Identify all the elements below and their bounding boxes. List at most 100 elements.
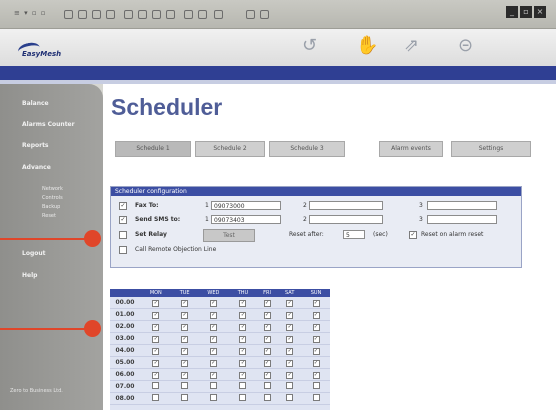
refresh-toolbar-icon[interactable] xyxy=(106,10,115,19)
sidebar-item-advance[interactable]: Advance xyxy=(22,164,51,171)
schedule-checkbox[interactable]: ✓ xyxy=(312,347,320,355)
schedule-checkbox[interactable] xyxy=(152,394,160,401)
schedule-checkbox[interactable]: ✓ xyxy=(209,311,217,319)
sidebar-subitem-reset[interactable]: Reset xyxy=(42,213,56,219)
schedule-checkbox[interactable]: ✓ xyxy=(152,311,160,319)
schedule-checkbox[interactable]: ✓ xyxy=(263,311,271,319)
relay-checkbox[interactable] xyxy=(119,231,127,239)
schedule-checkbox[interactable]: ✓ xyxy=(181,311,189,319)
schedule-checkbox[interactable]: ✓ xyxy=(286,323,294,331)
schedule-checkbox[interactable]: ✓ xyxy=(209,335,217,343)
schedule-checkbox[interactable]: ✓ xyxy=(152,335,160,343)
print-icon[interactable] xyxy=(198,10,207,19)
tab-schedule-1[interactable]: Schedule 1 xyxy=(115,141,191,157)
schedule-checkbox[interactable]: ✓ xyxy=(181,359,189,367)
schedule-checkbox[interactable]: ✓ xyxy=(263,347,271,355)
schedule-checkbox[interactable]: ✓ xyxy=(152,323,160,331)
schedule-checkbox[interactable]: ✓ xyxy=(181,371,189,379)
schedule-checkbox[interactable]: ✓ xyxy=(209,347,217,355)
schedule-checkbox[interactable]: ✓ xyxy=(239,359,247,367)
call-checkbox[interactable] xyxy=(119,246,127,254)
schedule-checkbox[interactable]: ✓ xyxy=(263,359,271,367)
tab-alarm-events[interactable]: Alarm events xyxy=(379,141,443,157)
schedule-checkbox[interactable] xyxy=(152,382,160,389)
schedule-checkbox[interactable] xyxy=(209,382,217,389)
schedule-checkbox[interactable] xyxy=(263,382,271,389)
schedule-checkbox[interactable]: ✓ xyxy=(239,371,247,379)
schedule-checkbox[interactable]: ✓ xyxy=(152,371,160,379)
close-button[interactable]: × xyxy=(534,6,546,18)
exit-icon[interactable]: ⊝ xyxy=(458,35,473,56)
schedule-checkbox[interactable]: ✓ xyxy=(152,299,160,307)
schedule-checkbox[interactable]: ✓ xyxy=(263,371,271,379)
schedule-checkbox[interactable]: ✓ xyxy=(312,335,320,343)
sidebar-item-help[interactable]: Help xyxy=(22,272,37,279)
sms-number-1-input[interactable]: 09073403 xyxy=(211,215,281,224)
search-icon[interactable] xyxy=(138,10,147,19)
schedule-checkbox[interactable] xyxy=(263,394,271,401)
schedule-checkbox[interactable]: ✓ xyxy=(286,359,294,367)
schedule-checkbox[interactable]: ✓ xyxy=(181,347,189,355)
history-icon[interactable] xyxy=(166,10,175,19)
schedule-checkbox[interactable]: ✓ xyxy=(239,335,247,343)
minimize-button[interactable]: _ xyxy=(506,6,518,18)
discuss-icon[interactable] xyxy=(246,10,255,19)
fax-number-3-input[interactable] xyxy=(427,201,497,210)
chart-icon[interactable]: ⇗ xyxy=(404,35,419,56)
schedule-checkbox[interactable] xyxy=(239,382,247,389)
schedule-checkbox[interactable]: ✓ xyxy=(152,347,160,355)
sidebar-item-logout[interactable]: Logout xyxy=(22,250,46,257)
maximize-button[interactable]: ▫ xyxy=(520,6,532,18)
favorites-icon[interactable] xyxy=(152,10,161,19)
schedule-checkbox[interactable]: ✓ xyxy=(312,323,320,331)
tab-settings[interactable]: Settings xyxy=(451,141,531,157)
alarm-reset-checkbox[interactable]: ✓ xyxy=(409,231,417,239)
schedule-checkbox[interactable]: ✓ xyxy=(312,299,320,307)
edit-icon[interactable] xyxy=(214,10,223,19)
sidebar-subitem-backup[interactable]: Backup xyxy=(42,204,60,210)
sidebar-item-reports[interactable]: Reports xyxy=(22,142,49,149)
schedule-checkbox[interactable]: ✓ xyxy=(239,347,247,355)
sms-checkbox[interactable]: ✓ xyxy=(119,216,127,224)
relay-test-button[interactable]: Test xyxy=(203,229,255,242)
schedule-checkbox[interactable]: ✓ xyxy=(209,359,217,367)
schedule-checkbox[interactable] xyxy=(181,382,189,389)
schedule-checkbox[interactable]: ✓ xyxy=(181,299,189,307)
schedule-checkbox[interactable] xyxy=(312,382,320,389)
schedule-checkbox[interactable]: ✓ xyxy=(239,299,247,307)
reset-after-input[interactable]: 5 xyxy=(343,230,365,239)
schedule-checkbox[interactable] xyxy=(209,394,217,401)
schedule-checkbox[interactable]: ✓ xyxy=(209,323,217,331)
schedule-checkbox[interactable]: ✓ xyxy=(286,335,294,343)
hand-icon[interactable]: ✋ xyxy=(356,35,378,56)
schedule-checkbox[interactable] xyxy=(239,394,247,401)
schedule-checkbox[interactable]: ✓ xyxy=(312,359,320,367)
schedule-checkbox[interactable]: ✓ xyxy=(209,371,217,379)
schedule-checkbox[interactable]: ✓ xyxy=(209,299,217,307)
schedule-checkbox[interactable]: ✓ xyxy=(312,371,320,379)
schedule-checkbox[interactable] xyxy=(181,394,189,401)
forward-icon[interactable] xyxy=(78,10,87,19)
sidebar-item-alarms-counter[interactable]: Alarms Counter xyxy=(22,121,75,128)
schedule-checkbox[interactable]: ✓ xyxy=(181,323,189,331)
schedule-checkbox[interactable]: ✓ xyxy=(286,311,294,319)
tab-schedule-2[interactable]: Schedule 2 xyxy=(195,141,265,157)
schedule-checkbox[interactable] xyxy=(286,394,294,401)
stop-icon[interactable] xyxy=(92,10,101,19)
sms-number-3-input[interactable] xyxy=(427,215,497,224)
mail-icon[interactable] xyxy=(184,10,193,19)
tab-schedule-3[interactable]: Schedule 3 xyxy=(269,141,345,157)
schedule-checkbox[interactable]: ✓ xyxy=(263,299,271,307)
sms-number-2-input[interactable] xyxy=(309,215,383,224)
schedule-checkbox[interactable]: ✓ xyxy=(263,335,271,343)
schedule-checkbox[interactable]: ✓ xyxy=(239,323,247,331)
schedule-checkbox[interactable]: ✓ xyxy=(286,299,294,307)
sidebar-item-balance[interactable]: Balance xyxy=(22,100,49,107)
sidebar-subitem-network[interactable]: Network xyxy=(42,186,63,192)
schedule-checkbox[interactable]: ✓ xyxy=(152,359,160,367)
schedule-checkbox[interactable]: ✓ xyxy=(181,335,189,343)
fax-number-1-input[interactable]: 09073000 xyxy=(211,201,281,210)
schedule-checkbox[interactable]: ✓ xyxy=(286,371,294,379)
schedule-checkbox[interactable]: ✓ xyxy=(312,311,320,319)
fax-checkbox[interactable]: ✓ xyxy=(119,202,127,210)
